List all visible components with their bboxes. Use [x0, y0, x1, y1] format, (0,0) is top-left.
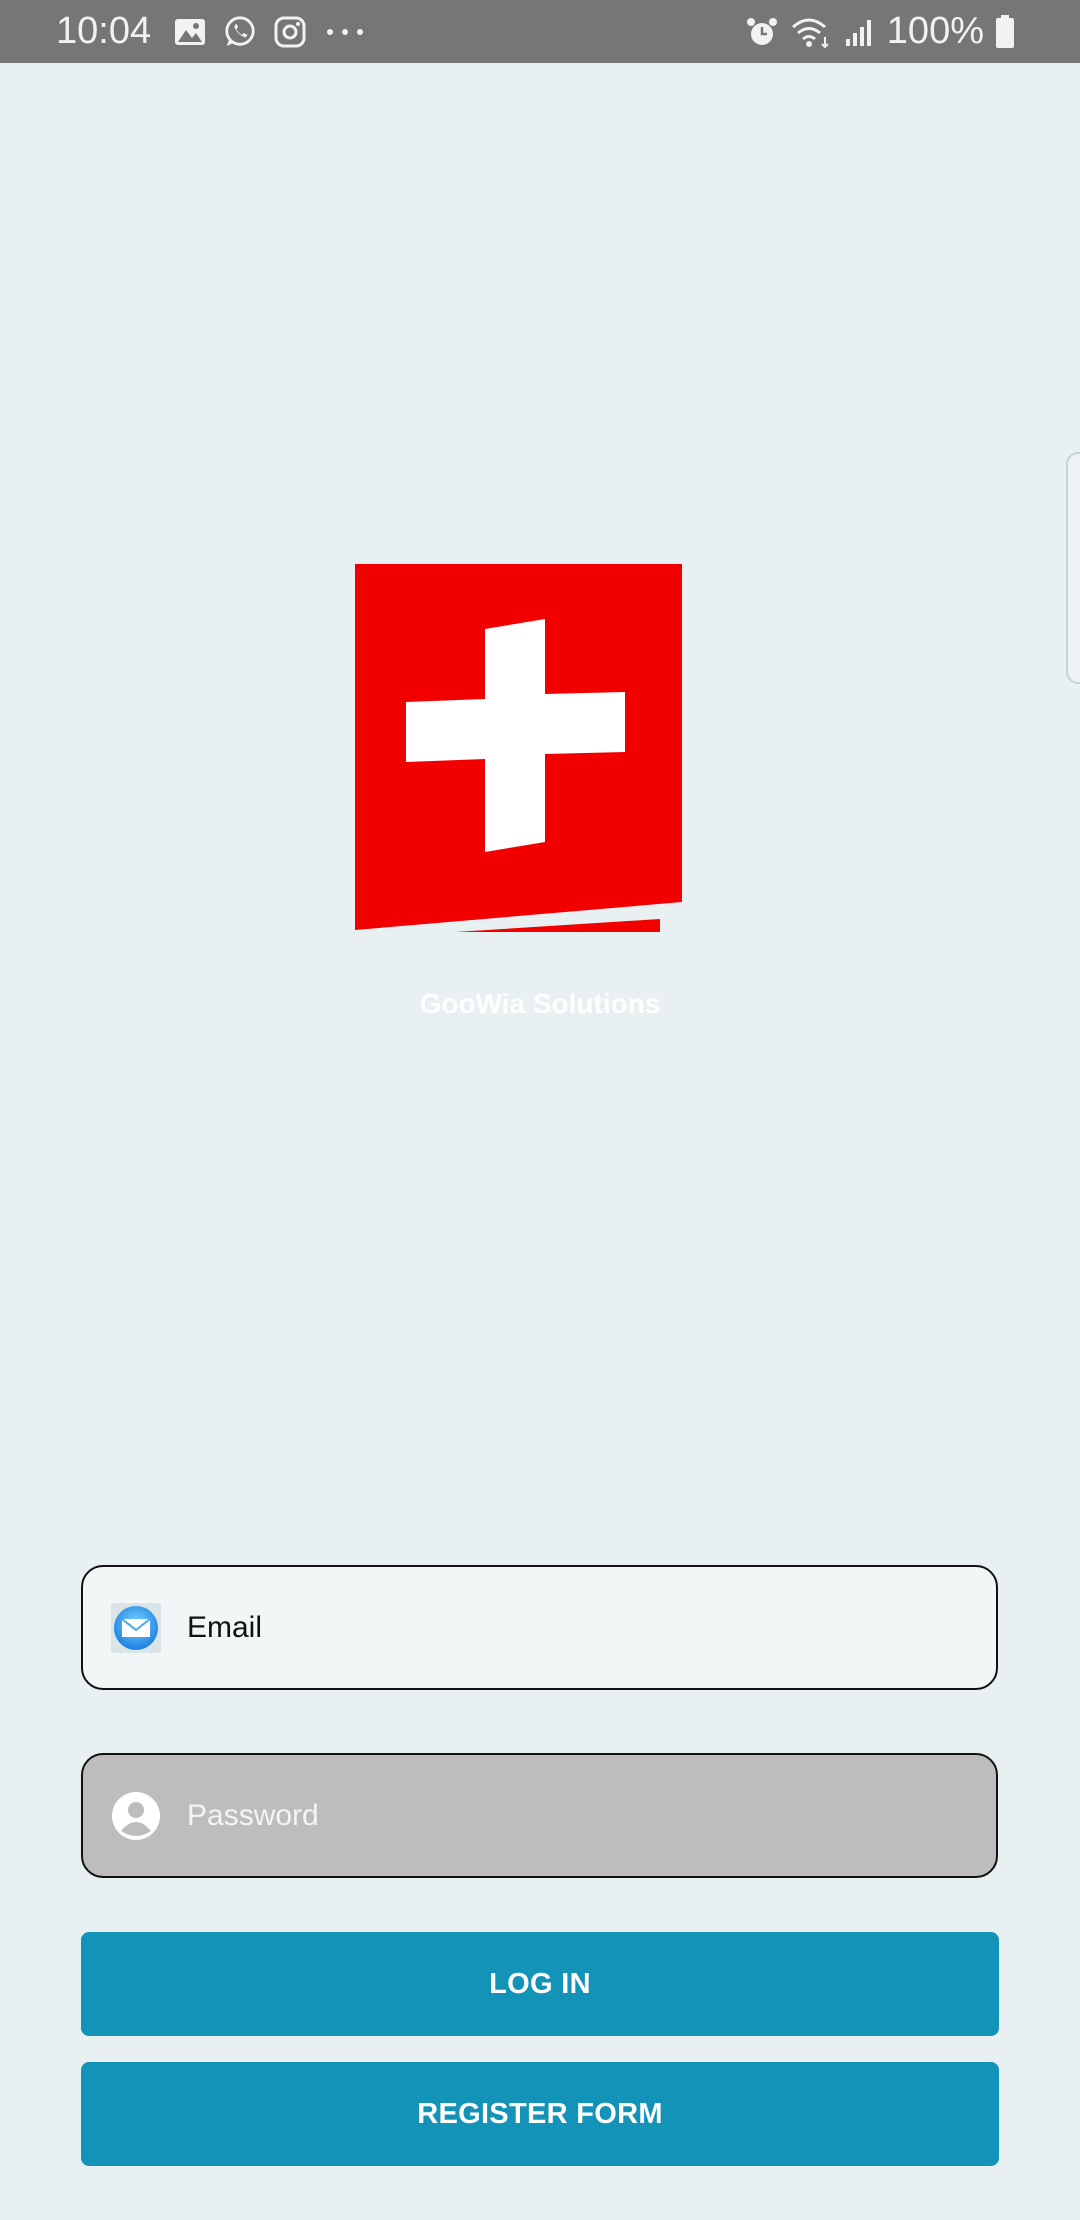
login-button[interactable]: LOG IN [81, 1932, 999, 2036]
email-input[interactable] [187, 1597, 947, 1658]
status-bar-right: 100% [745, 10, 1026, 53]
mail-icon [111, 1602, 161, 1653]
brand-name: GooWia Solutions [419, 988, 661, 1019]
password-input[interactable] [187, 1785, 947, 1846]
email-field[interactable] [81, 1565, 998, 1690]
status-bar-left: 10:04 [56, 10, 383, 53]
password-field[interactable] [81, 1753, 998, 1878]
whatsapp-icon [223, 15, 257, 49]
alarm-icon [745, 15, 779, 49]
battery-icon [994, 14, 1016, 49]
swiss-cross-logo-icon [355, 564, 685, 934]
status-bar: 10:04 100% [0, 0, 1080, 63]
wifi-icon [789, 15, 833, 49]
status-time: 10:04 [56, 10, 152, 52]
more-dots-icon [323, 15, 367, 49]
instagram-icon [273, 15, 307, 49]
battery-percent: 100% [886, 10, 984, 52]
register-form-button[interactable]: REGISTER FORM [81, 2062, 999, 2166]
user-icon [111, 1791, 161, 1841]
signal-icon [843, 15, 877, 49]
gallery-icon [173, 15, 207, 49]
edge-panel-handle[interactable] [1066, 452, 1080, 684]
